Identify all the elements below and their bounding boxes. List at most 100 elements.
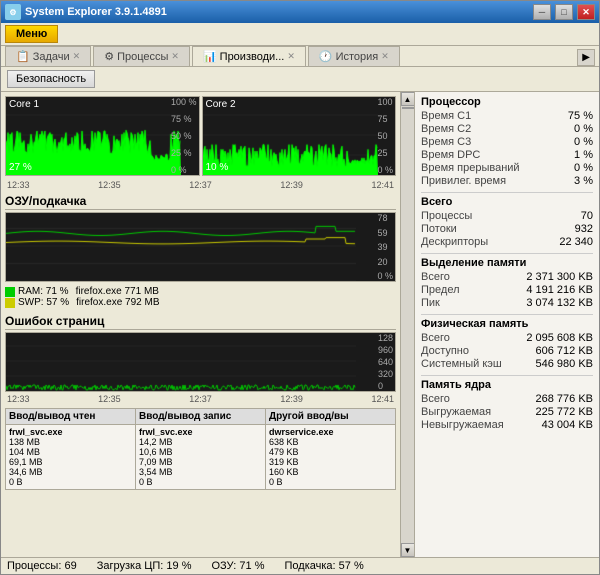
content-area: Core 1 27 % 100 % 75 % 50 % 25 % 0 % [1, 92, 599, 557]
tasks-tab-icon: 📋 [16, 50, 30, 63]
performance-tab-close[interactable]: ✕ [287, 51, 295, 62]
status-bar: Процессы: 69 Загрузка ЦП: 19 % ОЗУ: 71 %… [1, 557, 599, 574]
io-section: Ввод/вывод чтен Ввод/вывод запис Другой … [5, 408, 396, 490]
cpu-time-dpc: Время DPC 1 % [421, 149, 593, 162]
swap-legend-item: SWP: 57 % firefox.exe 792 MB [5, 297, 396, 308]
tab-history[interactable]: 🕐 История ✕ [308, 46, 400, 66]
ram-section: ОЗУ/подкачка 78 59 39 20 0 % RAM: 71 % [5, 194, 396, 310]
total-handles: Дескрипторы 22 340 [421, 236, 593, 249]
divider-2 [421, 253, 593, 254]
security-button[interactable]: Безопасность [7, 70, 95, 88]
core2-label: Core 2 [206, 99, 236, 110]
phys-total: Всего 2 095 608 KB [421, 332, 593, 345]
io-body-row: frwl_svc.exe 138 MB 104 MB 69,1 MB 34,6 … [5, 424, 396, 490]
status-swap: Подкачка: 57 % [285, 560, 364, 572]
kernel-paged: Выгружаемая 225 772 KB [421, 406, 593, 419]
ram-legend: RAM: 71 % firefox.exe 771 MB SWP: 57 % f… [5, 284, 396, 310]
cpu-time-interrupts: Время прерываний 0 % [421, 162, 593, 175]
io-write-v2: 10,6 MB [139, 447, 262, 457]
kernel-section: Память ядра Всего 268 776 KB Выгружаемая… [421, 379, 593, 432]
phys-cache: Системный кэш 546 980 KB [421, 358, 593, 371]
tab-performance[interactable]: 📊 Производи... ✕ [192, 46, 306, 66]
cpu-time-c1: Время С1 75 % [421, 110, 593, 123]
tab-extra-button[interactable]: ▶ [577, 49, 595, 66]
totals-title: Всего [421, 196, 593, 208]
io-other-v5: 0 B [269, 477, 392, 487]
ram-legend-item1: RAM: 71 % firefox.exe 771 MB [5, 286, 396, 297]
core1-y-labels: 100 % 75 % 50 % 25 % 0 % [171, 97, 197, 175]
status-cpu-load: Загрузка ЦП: 19 % [97, 560, 192, 572]
menu-button[interactable]: Меню [5, 25, 58, 43]
scroll-track [401, 106, 414, 543]
menu-bar: Меню [1, 23, 599, 46]
scroll-down-arrow[interactable]: ▼ [401, 543, 415, 557]
ram-color-indicator [5, 287, 15, 297]
tab-tasks[interactable]: 📋 Задачи ✕ [5, 46, 91, 66]
io-other-v2: 479 KB [269, 447, 392, 457]
performance-tab-icon: 📊 [203, 50, 217, 63]
cpu-core-charts: Core 1 27 % 100 % 75 % 50 % 25 % 0 % [5, 96, 396, 176]
core1-pct: 27 % [9, 162, 32, 173]
io-header-read: Ввод/вывод чтен [6, 409, 136, 424]
pagefault-section: Ошибок страниц 128 960 640 320 0 12:33 1… [5, 314, 396, 404]
main-panel: Core 1 27 % 100 % 75 % 50 % 25 % 0 % [1, 92, 400, 557]
vmem-section: Выделение памяти Всего 2 371 300 KB Пред… [421, 257, 593, 310]
io-read-v1: 138 MB [9, 437, 132, 447]
divider-3 [421, 314, 593, 315]
io-read-p1: frwl_svc.exe [9, 427, 132, 437]
ram-canvas [6, 212, 356, 281]
cpu-charts-section: Core 1 27 % 100 % 75 % 50 % 25 % 0 % [5, 96, 396, 190]
io-read-v3: 69,1 MB [9, 457, 132, 467]
tabs-bar: 📋 Задачи ✕ ⚙ Процессы ✕ 📊 Производи... ✕… [1, 46, 599, 67]
cpu-time-c2: Время С2 0 % [421, 123, 593, 136]
io-write-p1: frwl_svc.exe [139, 427, 262, 437]
io-other-v1: 638 KB [269, 437, 392, 447]
io-write-v3: 7,09 MB [139, 457, 262, 467]
maximize-button[interactable]: □ [555, 4, 573, 20]
scrollbar[interactable]: ▲ ▼ [400, 92, 414, 557]
phys-section: Физическая память Всего 2 095 608 KB Дос… [421, 318, 593, 371]
processes-tab-icon: ⚙ [104, 50, 114, 63]
processor-title: Процессор [421, 96, 593, 108]
kernel-nonpaged: Невыгружаемая 43 004 KB [421, 419, 593, 432]
io-read-v2: 104 MB [9, 447, 132, 457]
history-tab-close[interactable]: ✕ [381, 51, 389, 62]
tasks-tab-close[interactable]: ✕ [73, 51, 81, 62]
window-title: System Explorer 3.9.1.4891 [25, 6, 529, 18]
kernel-title: Память ядра [421, 379, 593, 391]
minimize-button[interactable]: ─ [533, 4, 551, 20]
pagefault-title: Ошибок страниц [5, 314, 396, 330]
io-write-v5: 0 B [139, 477, 262, 487]
tab-processes[interactable]: ⚙ Процессы ✕ [93, 46, 190, 66]
pf-x-axis: 12:33 12:35 12:37 12:39 12:41 [5, 394, 396, 404]
processes-tab-close[interactable]: ✕ [171, 51, 179, 62]
pagefault-chart: 128 960 640 320 0 [5, 332, 396, 392]
io-read-v4: 34,6 MB [9, 467, 132, 477]
io-other-v4: 160 KB [269, 467, 392, 477]
io-other-v3: 319 KB [269, 457, 392, 467]
scroll-thumb[interactable] [402, 107, 414, 109]
divider-1 [421, 192, 593, 193]
phys-avail: Доступно 606 712 KB [421, 345, 593, 358]
right-panel: Процессор Время С1 75 % Время С2 0 % Вре… [414, 92, 599, 557]
scroll-up-arrow[interactable]: ▲ [401, 92, 415, 106]
vmem-total: Всего 2 371 300 KB [421, 271, 593, 284]
core2-y-labels: 100 75 50 25 0 % [377, 97, 393, 175]
vmem-limit: Предел 4 191 216 KB [421, 284, 593, 297]
total-processes: Процессы 70 [421, 210, 593, 223]
total-threads: Потоки 932 [421, 223, 593, 236]
main-window: ⚙ System Explorer 3.9.1.4891 ─ □ ✕ Меню … [0, 0, 600, 575]
ram-chart: 78 59 39 20 0 % [5, 212, 396, 282]
io-write-v4: 3,54 MB [139, 467, 262, 477]
io-write-v1: 14,2 MB [139, 437, 262, 447]
status-ram: ОЗУ: 71 % [211, 560, 264, 572]
totals-section: Всего Процессы 70 Потоки 932 Дескрипторы… [421, 196, 593, 249]
pf-canvas [6, 332, 356, 391]
phys-title: Физическая память [421, 318, 593, 330]
close-button[interactable]: ✕ [577, 4, 595, 20]
io-header-row: Ввод/вывод чтен Ввод/вывод запис Другой … [5, 408, 396, 424]
status-processes: Процессы: 69 [7, 560, 77, 572]
kernel-total: Всего 268 776 KB [421, 393, 593, 406]
cpu-x-axis: 12:33 12:35 12:37 12:39 12:41 [5, 180, 396, 190]
divider-4 [421, 375, 593, 376]
